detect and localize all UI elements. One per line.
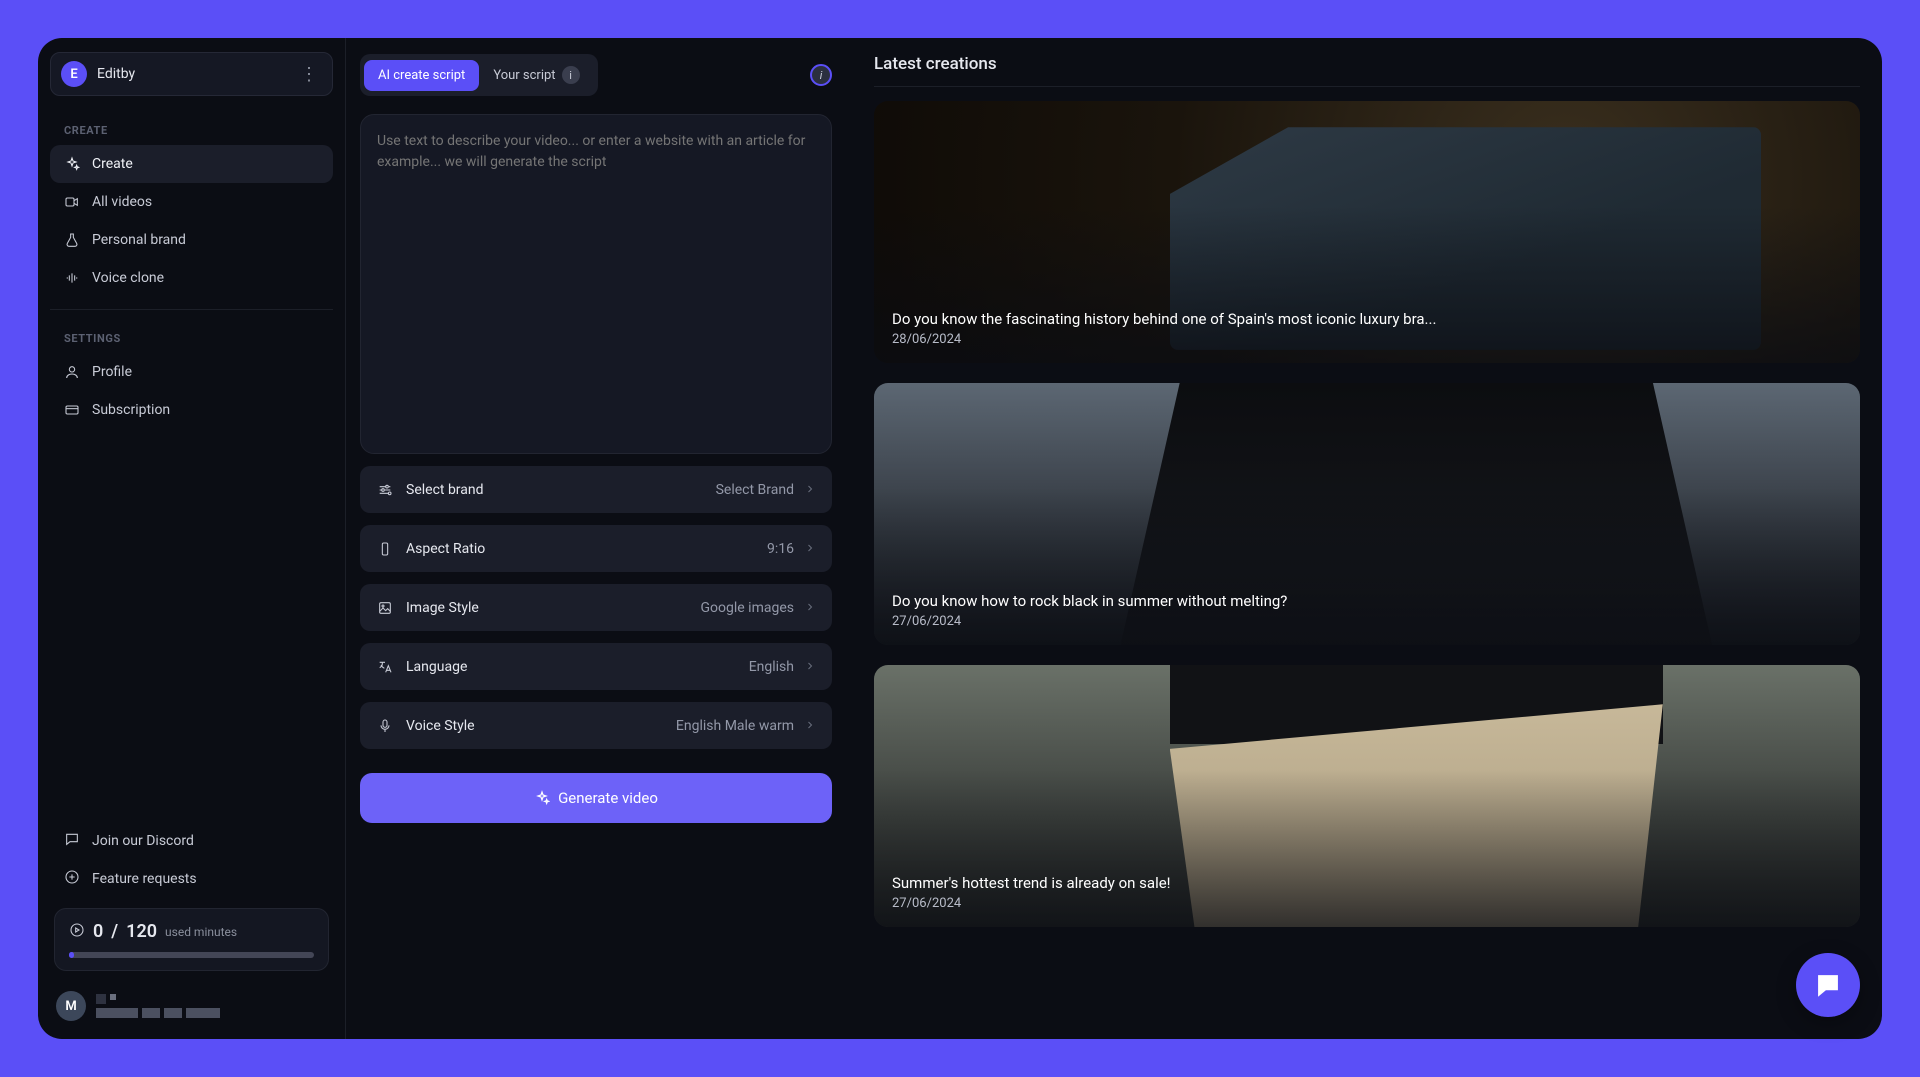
sliders-icon: [376, 481, 394, 499]
creation-card[interactable]: Summer's hottest trend is already on sal…: [874, 665, 1860, 927]
chat-fab[interactable]: [1796, 953, 1860, 1017]
chat-bubble-icon: [1814, 971, 1842, 999]
nav-label: Profile: [92, 364, 132, 380]
plus-circle-icon: [64, 869, 80, 889]
card-date: 27/06/2024: [892, 614, 1842, 629]
tab-ai-script[interactable]: AI create script: [364, 60, 479, 91]
sparkle-icon: [534, 790, 550, 806]
info-badge-icon: i: [562, 66, 580, 84]
nav-personal-brand[interactable]: Personal brand: [50, 221, 333, 259]
latest-heading: Latest creations: [874, 54, 1860, 87]
option-label: Language: [406, 659, 749, 675]
nav-label: Subscription: [92, 402, 170, 418]
workspace-avatar: E: [61, 61, 87, 87]
card-date: 28/06/2024: [892, 332, 1842, 347]
nav-label: Personal brand: [92, 232, 186, 248]
nav-label: All videos: [92, 194, 152, 210]
help-icon[interactable]: i: [810, 64, 832, 86]
sidebar: E Editby ⋮ CREATE Create All videos Pers…: [38, 38, 346, 1039]
translate-icon: [376, 658, 394, 676]
play-circle-icon: [69, 922, 85, 942]
chat-icon: [64, 831, 80, 851]
footer-label: Feature requests: [92, 871, 197, 887]
option-label: Voice Style: [406, 718, 676, 734]
phone-icon: [376, 540, 394, 558]
option-value: 9:16: [767, 541, 794, 557]
usage-bar: [69, 952, 314, 958]
card-title: Do you know the fascinating history behi…: [892, 310, 1842, 328]
option-label: Image Style: [406, 600, 701, 616]
waveform-icon: [64, 270, 80, 286]
script-input-box: [360, 114, 832, 454]
usage-card: 0 / 120 used minutes: [54, 908, 329, 971]
sparkle-icon: [64, 156, 80, 172]
option-label: Select brand: [406, 482, 716, 498]
usage-used: 0: [93, 921, 103, 942]
create-panel: AI create script Your script i i Select …: [346, 38, 846, 1039]
workspace-switcher[interactable]: E Editby ⋮: [50, 52, 333, 96]
tab-label: Your script: [493, 68, 555, 83]
nav-all-videos[interactable]: All videos: [50, 183, 333, 221]
tabs-row: AI create script Your script i i: [360, 54, 832, 96]
nav-subscription[interactable]: Subscription: [50, 391, 333, 429]
chevron-right-icon: [804, 716, 816, 735]
option-value: English: [749, 659, 794, 675]
chevron-right-icon: [804, 539, 816, 558]
flask-icon: [64, 232, 80, 248]
card-title: Do you know how to rock black in summer …: [892, 592, 1842, 610]
nav-create[interactable]: Create: [50, 145, 333, 183]
tab-label: AI create script: [378, 68, 465, 83]
creation-card[interactable]: Do you know the fascinating history behi…: [874, 101, 1860, 363]
chevron-right-icon: [804, 480, 816, 499]
usage-sep: /: [111, 921, 118, 942]
image-icon: [376, 599, 394, 617]
card-icon: [64, 402, 80, 418]
user-icon: [64, 364, 80, 380]
generate-label: Generate video: [558, 789, 658, 807]
app-shell: E Editby ⋮ CREATE Create All videos Pers…: [38, 38, 1882, 1039]
option-language[interactable]: Language English: [360, 643, 832, 690]
nav-voice-clone[interactable]: Voice clone: [50, 259, 333, 297]
nav-profile[interactable]: Profile: [50, 353, 333, 391]
section-label-create: CREATE: [50, 114, 333, 145]
tab-your-script[interactable]: Your script i: [479, 58, 593, 92]
workspace-name: Editby: [97, 66, 286, 82]
creation-card[interactable]: Do you know how to rock black in summer …: [874, 383, 1860, 645]
script-textarea[interactable]: [377, 131, 815, 437]
card-date: 27/06/2024: [892, 896, 1842, 911]
video-icon: [64, 194, 80, 210]
script-tabs: AI create script Your script i: [360, 54, 598, 96]
user-avatar: M: [56, 991, 86, 1021]
option-voice-style[interactable]: Voice Style English Male warm: [360, 702, 832, 749]
user-name-redacted: [96, 994, 220, 1018]
footer-label: Join our Discord: [92, 833, 194, 849]
user-row[interactable]: M: [50, 981, 333, 1025]
nav-label: Create: [92, 156, 133, 172]
option-value: Google images: [701, 600, 794, 616]
chevron-right-icon: [804, 598, 816, 617]
option-aspect-ratio[interactable]: Aspect Ratio 9:16: [360, 525, 832, 572]
latest-creations-panel: Latest creations Do you know the fascina…: [846, 38, 1882, 1039]
workspace-menu-icon[interactable]: ⋮: [296, 64, 322, 85]
discord-link[interactable]: Join our Discord: [50, 822, 333, 860]
feature-requests-link[interactable]: Feature requests: [50, 860, 333, 898]
option-brand[interactable]: Select brand Select Brand: [360, 466, 832, 513]
chevron-right-icon: [804, 657, 816, 676]
option-image-style[interactable]: Image Style Google images: [360, 584, 832, 631]
option-label: Aspect Ratio: [406, 541, 767, 557]
generate-video-button[interactable]: Generate video: [360, 773, 832, 823]
divider: [50, 309, 333, 310]
section-label-settings: SETTINGS: [50, 322, 333, 353]
usage-total: 120: [126, 921, 157, 942]
nav-label: Voice clone: [92, 270, 164, 286]
mic-icon: [376, 717, 394, 735]
card-title: Summer's hottest trend is already on sal…: [892, 874, 1842, 892]
creation-list: Do you know the fascinating history behi…: [874, 101, 1860, 1023]
option-value: English Male warm: [676, 718, 794, 734]
usage-unit: used minutes: [165, 925, 237, 939]
option-value: Select Brand: [716, 482, 794, 498]
